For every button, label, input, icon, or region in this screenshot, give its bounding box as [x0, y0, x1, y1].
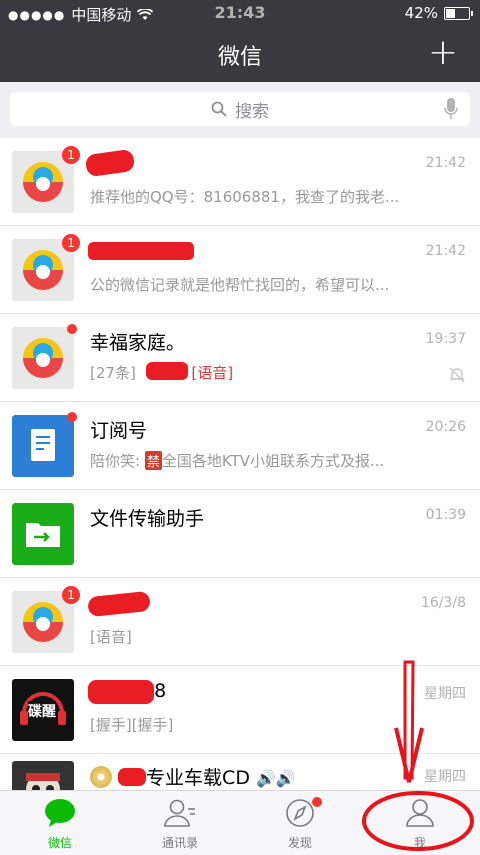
chat-preview: 陪你笑: 禁全国各地KTV小姐联系方式及报... [90, 450, 450, 471]
mute-bell-icon [449, 367, 465, 383]
chat-title-text: 专业车载CD [146, 767, 250, 789]
unread-dot [67, 412, 77, 422]
chat-preview: 公的微信记录就是他帮忙找回的，希望可以... [90, 276, 390, 294]
chat-preview: [语音] [90, 628, 132, 646]
page-title: 微信 [217, 45, 262, 70]
person-icon [406, 799, 434, 827]
tab-chats[interactable]: 微信 [0, 797, 120, 851]
chat-preview: [握手][握手] [90, 716, 174, 734]
message-count: [27条] [90, 364, 136, 382]
message-text: 全国各地KTV小姐联系方式及报... [161, 452, 385, 470]
tab-label: 微信 [47, 836, 72, 850]
sender-name: 陪你笑: [90, 452, 141, 470]
chat-preview: 推荐他的QQ号：81606881，我查了的我老... [90, 188, 400, 206]
status-bar: ●●●●● 中国移动 21:43 42% [0, 0, 480, 26]
chat-name: 专业车载CD 🔊🔊 [90, 763, 296, 790]
qq-news-avatar [12, 324, 77, 389]
headphone-avatar: 碟醒 [12, 679, 74, 741]
tab-label: 发现 [287, 836, 312, 850]
chat-time: 19:37 [425, 331, 466, 347]
chat-name: 订阅号 [90, 420, 148, 442]
search-icon [211, 101, 227, 117]
avatar-text: 碟醒 [28, 701, 56, 721]
unread-badge: 1 [62, 586, 80, 604]
cd-emoji-icon [90, 766, 112, 788]
microphone-icon[interactable] [444, 98, 458, 120]
search-bar[interactable]: 搜索 [10, 92, 470, 126]
chat-row[interactable]: 1 21:42 公的微信记录就是他帮忙找回的，希望可以... [0, 226, 480, 314]
chat-time: 01:39 [425, 507, 466, 523]
unread-dot [67, 324, 77, 334]
chat-preview: [27条] [语音] [90, 362, 450, 383]
chat-name: 幸福家庭。 [90, 332, 186, 354]
chat-row[interactable]: 1 16/3/8 [语音] [0, 578, 480, 666]
tab-me[interactable]: 我 [360, 797, 480, 851]
search-area: 搜索 [0, 82, 480, 138]
voice-tag: [语音] [191, 364, 234, 382]
battery-percent: 42% [404, 4, 438, 22]
unread-badge: 1 [62, 234, 80, 252]
qq-news-avatar: 1 [12, 586, 80, 653]
tab-label: 我 [413, 836, 426, 850]
unread-badge: 1 [62, 146, 80, 164]
chat-time: 星期四 [424, 686, 466, 702]
qq-news-avatar: 1 [12, 234, 80, 301]
tab-discover[interactable]: 发现 [240, 797, 360, 851]
chat-row[interactable]: 碟醒 888 星期四 [握手][握手] [0, 666, 480, 754]
chat-row[interactable]: 订阅号 20:26 陪你笑: 禁全国各地KTV小姐联系方式及报... [0, 402, 480, 490]
chat-time: 20:26 [425, 419, 466, 435]
chat-time: 21:42 [425, 243, 466, 259]
qq-news-avatar: 1 [12, 146, 80, 213]
chat-row[interactable]: 专业车载CD 🔊🔊 星期四 [0, 754, 480, 794]
chat-row[interactable]: 文件传输助手 01:39 [0, 490, 480, 578]
nav-bar: 微信 + [0, 26, 480, 82]
search-placeholder: 搜索 [235, 101, 269, 122]
tab-label: 通讯录 [161, 836, 198, 850]
chat-time: 星期四 [424, 769, 466, 785]
speaker-emoji-icon: 🔊🔊 [256, 769, 296, 788]
chat-row[interactable]: 1 21:42 推荐他的QQ号：81606881，我查了的我老... [0, 138, 480, 226]
contacts-icon [164, 799, 195, 827]
chat-time: 16/3/8 [420, 595, 466, 611]
battery-icon [444, 6, 473, 20]
forbidden-emoji-icon: 禁 [144, 451, 162, 470]
chat-name: 文件传输助手 [90, 508, 205, 530]
chat-time: 21:42 [425, 155, 466, 171]
file-transfer-avatar [12, 503, 74, 565]
plus-icon[interactable]: + [428, 32, 458, 73]
chat-row[interactable]: 幸福家庭。 19:37 [27条] [语音] [0, 314, 480, 402]
discover-dot [312, 797, 322, 807]
tab-bar: 微信 通讯录 发现 我 [0, 790, 480, 855]
chat-bubble-icon [45, 799, 75, 827]
subscription-avatar [12, 412, 77, 477]
tab-contacts[interactable]: 通讯录 [120, 797, 240, 851]
